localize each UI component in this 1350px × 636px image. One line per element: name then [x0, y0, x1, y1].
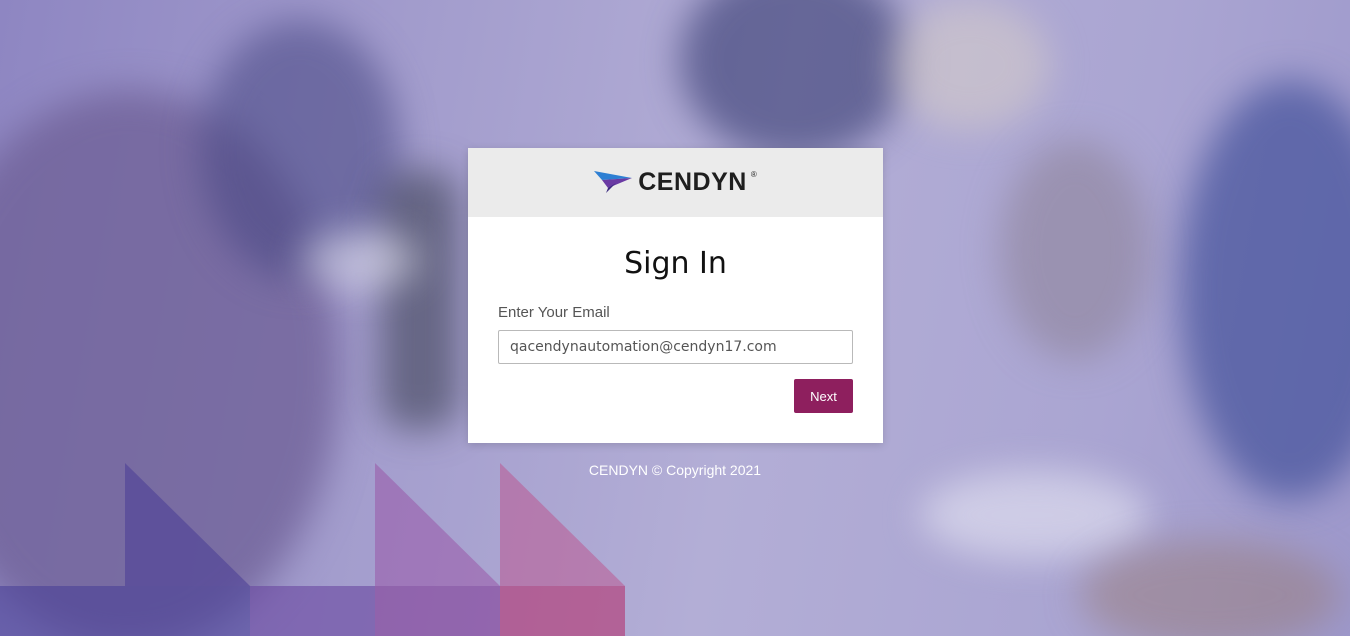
page-title: Sign In — [624, 246, 727, 281]
next-button[interactable]: Next — [794, 379, 853, 413]
signin-card: CENDYN ® Sign In Enter Your Email Next — [468, 148, 883, 443]
login-page: CENDYN ® Sign In Enter Your Email Next C… — [0, 0, 1350, 636]
email-label: Enter Your Email — [498, 304, 610, 321]
registered-mark: ® — [750, 170, 757, 179]
cendyn-bird-logo-icon — [594, 166, 634, 199]
brand-name: CENDYN — [638, 168, 747, 196]
email-field[interactable] — [498, 330, 853, 364]
cendyn-logo: CENDYN ® — [594, 166, 757, 199]
card-header: CENDYN ® — [468, 148, 883, 217]
copyright-text: CENDYN © Copyright 2021 — [588, 462, 762, 478]
